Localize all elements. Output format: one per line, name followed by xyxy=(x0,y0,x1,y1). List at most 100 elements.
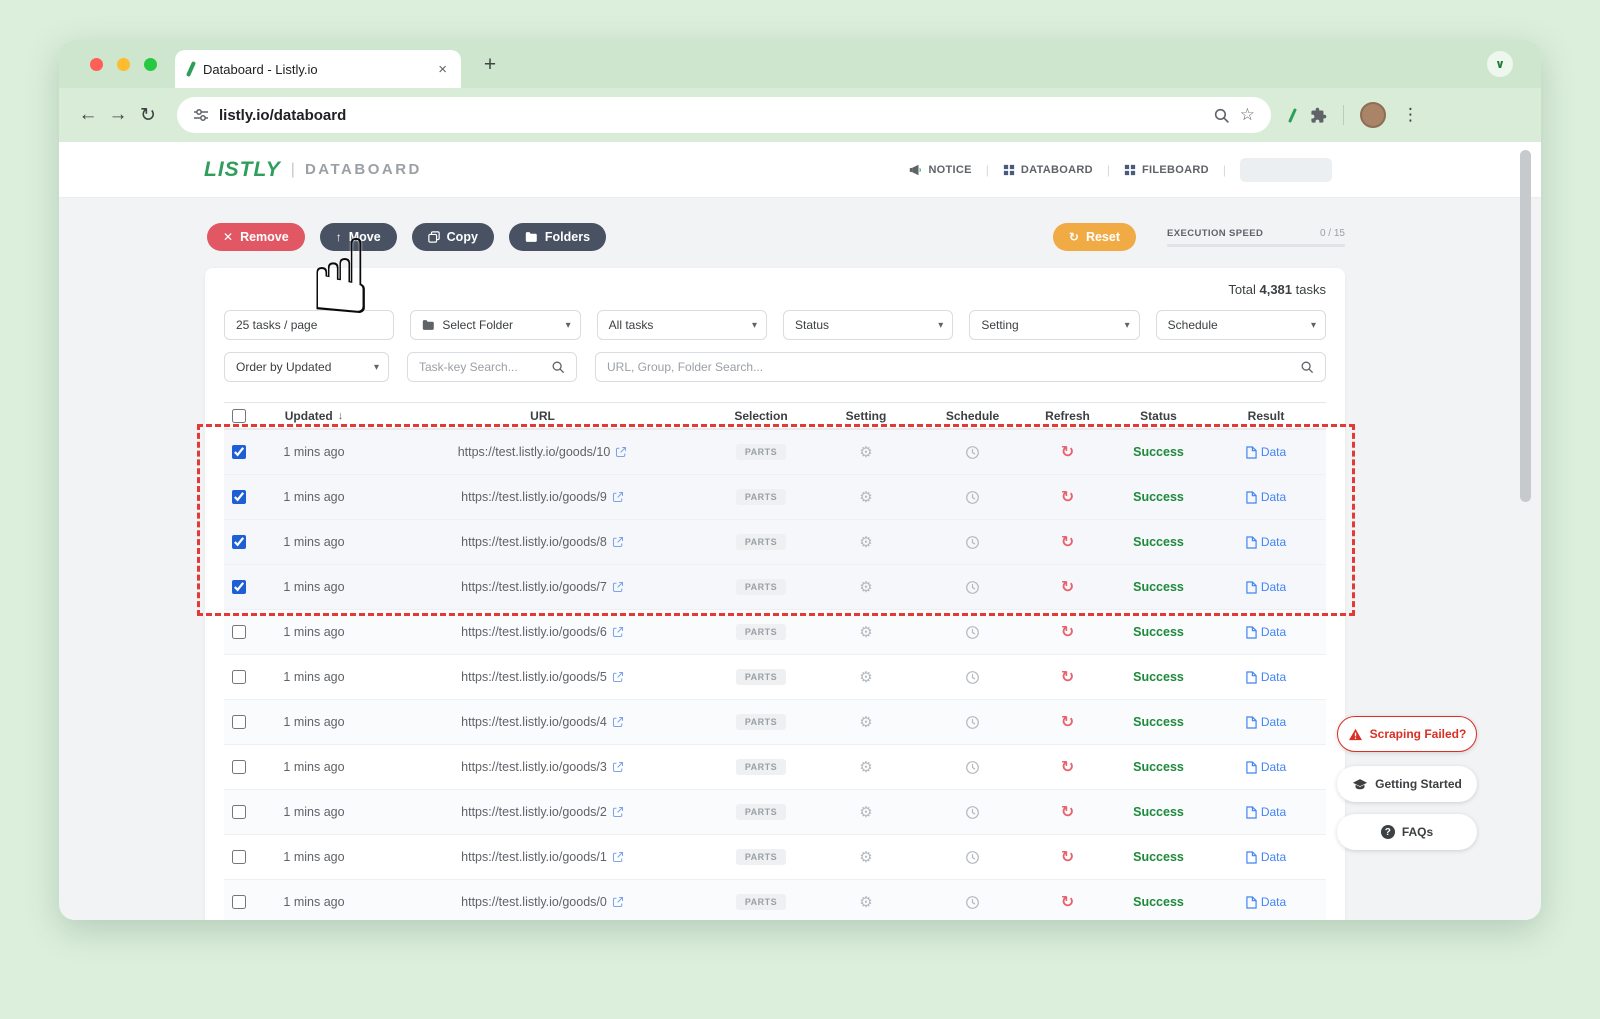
task-key-search[interactable] xyxy=(407,352,577,382)
setting-gear-icon[interactable]: ⚙ xyxy=(859,713,872,731)
row-checkbox[interactable] xyxy=(232,670,246,684)
schedule-clock-icon[interactable] xyxy=(965,490,980,505)
scraping-failed-button[interactable]: Scraping Failed? xyxy=(1337,716,1477,752)
row-checkbox[interactable] xyxy=(232,490,246,504)
data-result-link[interactable]: Data xyxy=(1246,850,1286,864)
browser-tab[interactable]: Databoard - Listly.io × xyxy=(175,50,461,88)
nav-item-fileboard[interactable]: FILEBOARD xyxy=(1124,164,1209,176)
row-url-link[interactable]: https://test.listly.io/goods/3 xyxy=(374,760,711,774)
extensions-puzzle-icon[interactable] xyxy=(1310,107,1327,124)
setting-gear-icon[interactable]: ⚙ xyxy=(859,533,872,551)
reload-button[interactable]: ↻ xyxy=(133,104,163,127)
setting-gear-icon[interactable]: ⚙ xyxy=(859,803,872,821)
browser-menu-icon[interactable]: ⋮ xyxy=(1402,105,1419,125)
row-url-link[interactable]: https://test.listly.io/goods/10 xyxy=(374,445,711,459)
new-tab-button[interactable]: + xyxy=(475,53,505,77)
data-result-link[interactable]: Data xyxy=(1246,805,1286,819)
page-scrollbar[interactable] xyxy=(1520,150,1531,502)
data-result-link[interactable]: Data xyxy=(1246,715,1286,729)
tab-close-icon[interactable]: × xyxy=(438,61,447,78)
refresh-icon[interactable]: ↻ xyxy=(1061,802,1074,822)
getting-started-button[interactable]: Getting Started xyxy=(1337,766,1477,802)
address-bar[interactable]: listly.io/databoard ☆ xyxy=(177,97,1271,133)
chrome-profile-chevron-icon[interactable]: ∨ xyxy=(1487,51,1513,77)
row-url-link[interactable]: https://test.listly.io/goods/7 xyxy=(374,580,711,594)
task-key-search-input[interactable] xyxy=(419,360,544,374)
folders-button[interactable]: Folders xyxy=(509,223,606,251)
refresh-icon[interactable]: ↻ xyxy=(1061,712,1074,732)
order-by-select[interactable]: Order by Updated ▾ xyxy=(224,352,389,382)
listly-extension-icon[interactable] xyxy=(1288,108,1297,123)
back-button[interactable]: ← xyxy=(73,104,103,126)
data-result-link[interactable]: Data xyxy=(1246,535,1286,549)
data-result-link[interactable]: Data xyxy=(1246,445,1286,459)
setting-gear-icon[interactable]: ⚙ xyxy=(859,488,872,506)
schedule-clock-icon[interactable] xyxy=(965,670,980,685)
refresh-icon[interactable]: ↻ xyxy=(1061,757,1074,777)
schedule-clock-icon[interactable] xyxy=(965,895,980,910)
row-url-link[interactable]: https://test.listly.io/goods/9 xyxy=(374,490,711,504)
row-checkbox[interactable] xyxy=(232,445,246,459)
row-checkbox[interactable] xyxy=(232,760,246,774)
row-url-link[interactable]: https://test.listly.io/goods/2 xyxy=(374,805,711,819)
schedule-clock-icon[interactable] xyxy=(965,805,980,820)
schedule-clock-icon[interactable] xyxy=(965,580,980,595)
setting-gear-icon[interactable]: ⚙ xyxy=(859,758,872,776)
row-checkbox[interactable] xyxy=(232,535,246,549)
remove-button[interactable]: ✕ Remove xyxy=(207,223,305,251)
faqs-button[interactable]: ? FAQs xyxy=(1337,814,1477,850)
data-result-link[interactable]: Data xyxy=(1246,895,1286,909)
refresh-icon[interactable]: ↻ xyxy=(1061,892,1074,912)
schedule-clock-icon[interactable] xyxy=(965,535,980,550)
setting-gear-icon[interactable]: ⚙ xyxy=(859,668,872,686)
refresh-icon[interactable]: ↻ xyxy=(1061,667,1074,687)
schedule-clock-icon[interactable] xyxy=(965,715,980,730)
forward-button[interactable]: → xyxy=(103,104,133,126)
close-window-button[interactable] xyxy=(90,58,103,71)
move-button[interactable]: ↑ Move xyxy=(320,223,397,251)
row-checkbox[interactable] xyxy=(232,580,246,594)
url-text[interactable]: listly.io/databoard xyxy=(219,107,346,124)
setting-gear-icon[interactable]: ⚙ xyxy=(859,443,872,461)
setting-gear-icon[interactable]: ⚙ xyxy=(859,623,872,641)
maximize-window-button[interactable] xyxy=(144,58,157,71)
schedule-clock-icon[interactable] xyxy=(965,760,980,775)
row-checkbox[interactable] xyxy=(232,895,246,909)
search-icon[interactable] xyxy=(551,360,565,374)
setting-gear-icon[interactable]: ⚙ xyxy=(859,893,872,911)
per-page-select[interactable]: 25 tasks / page xyxy=(224,310,394,340)
data-result-link[interactable]: Data xyxy=(1246,625,1286,639)
tasks-select[interactable]: All tasks ▾ xyxy=(597,310,767,340)
data-result-link[interactable]: Data xyxy=(1246,670,1286,684)
minimize-window-button[interactable] xyxy=(117,58,130,71)
bookmark-star-icon[interactable]: ☆ xyxy=(1240,105,1255,125)
row-url-link[interactable]: https://test.listly.io/goods/5 xyxy=(374,670,711,684)
listly-logo[interactable]: LISTLY xyxy=(204,158,281,182)
nav-item-notice[interactable]: NOTICE xyxy=(908,163,971,177)
data-result-link[interactable]: Data xyxy=(1246,580,1286,594)
setting-gear-icon[interactable]: ⚙ xyxy=(859,578,872,596)
search-icon[interactable] xyxy=(1300,360,1314,374)
reset-button[interactable]: ↻ Reset xyxy=(1053,223,1136,251)
schedule-clock-icon[interactable] xyxy=(965,445,980,460)
row-url-link[interactable]: https://test.listly.io/goods/0 xyxy=(374,895,711,909)
refresh-icon[interactable]: ↻ xyxy=(1061,622,1074,642)
refresh-icon[interactable]: ↻ xyxy=(1061,847,1074,867)
url-search-input[interactable] xyxy=(607,360,1293,374)
row-url-link[interactable]: https://test.listly.io/goods/6 xyxy=(374,625,711,639)
row-checkbox[interactable] xyxy=(232,625,246,639)
data-result-link[interactable]: Data xyxy=(1246,760,1286,774)
col-updated[interactable]: Updated↓ xyxy=(254,409,374,423)
profile-avatar[interactable] xyxy=(1360,102,1386,128)
nav-item-databoard[interactable]: DATABOARD xyxy=(1003,164,1093,176)
site-settings-icon[interactable] xyxy=(193,107,209,123)
setting-select[interactable]: Setting ▾ xyxy=(969,310,1139,340)
zoom-icon[interactable] xyxy=(1213,107,1230,124)
refresh-icon[interactable]: ↻ xyxy=(1061,532,1074,552)
copy-button[interactable]: Copy xyxy=(412,223,494,251)
data-result-link[interactable]: Data xyxy=(1246,490,1286,504)
refresh-icon[interactable]: ↻ xyxy=(1061,487,1074,507)
schedule-clock-icon[interactable] xyxy=(965,850,980,865)
refresh-icon[interactable]: ↻ xyxy=(1061,442,1074,462)
row-checkbox[interactable] xyxy=(232,805,246,819)
